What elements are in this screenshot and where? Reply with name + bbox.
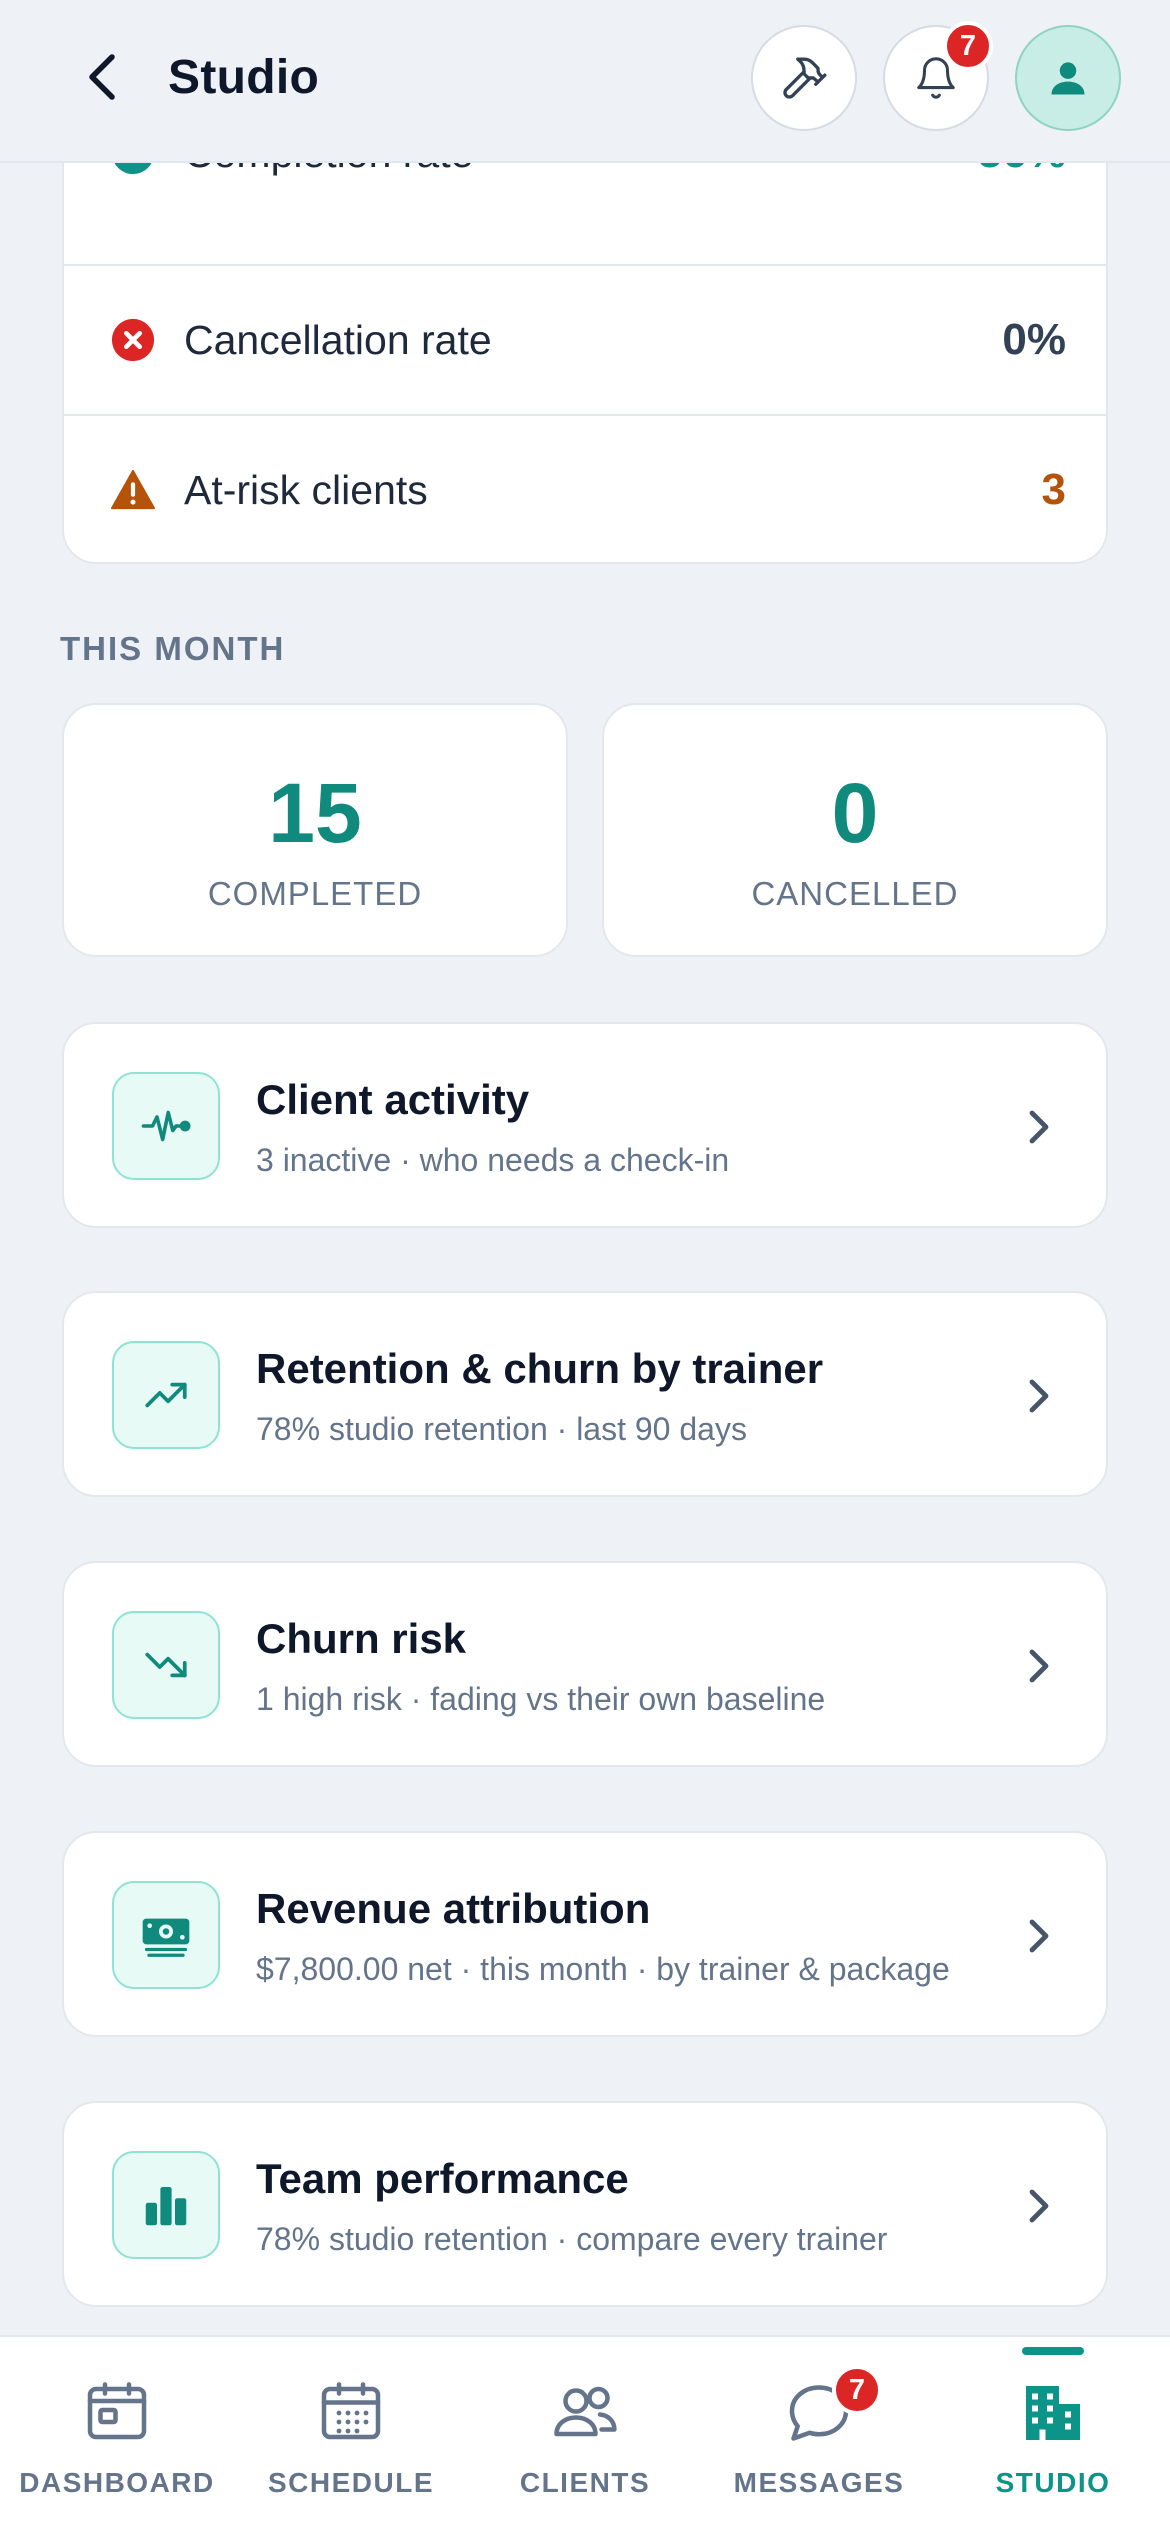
- completed-label: COMPLETED: [207, 875, 423, 912]
- users-icon: [554, 2386, 617, 2437]
- section-label-this-month: THIS MONTH: [60, 630, 286, 667]
- nav-card-subtitle: 78% studio retention · compare every tra…: [256, 2221, 888, 2257]
- nav-card-subtitle: 1 high risk · fading vs their own baseli…: [256, 1681, 826, 1717]
- user-icon: [1051, 62, 1085, 95]
- tab-schedule[interactable]: SCHEDULE: [234, 2337, 468, 2532]
- cancellation-rate-value: 0%: [1002, 315, 1066, 364]
- nav-card-title: Revenue attribution: [256, 1885, 651, 1932]
- activity-pulse-icon: [141, 1110, 191, 1142]
- cancellation-rate-row: Cancellation rate 0%: [64, 264, 1106, 414]
- tab-label: DASHBOARD: [19, 2467, 215, 2498]
- cancelled-label: CANCELLED: [751, 875, 959, 912]
- churn-risk-card[interactable]: Churn risk 1 high risk · fading vs their…: [62, 1561, 1108, 1767]
- app-header: Studio 7: [0, 0, 1170, 163]
- rates-card: Completion rate 56% Cancellation rate 0%…: [62, 120, 1108, 564]
- tab-label: MESSAGES: [733, 2467, 905, 2498]
- chevron-right-icon: [1029, 1110, 1049, 1144]
- revenue-attribution-card[interactable]: Revenue attribution $7,800.00 net · this…: [62, 1831, 1108, 2037]
- at-risk-clients-value: 3: [1041, 465, 1066, 514]
- bar-chart-icon: [145, 2187, 187, 2226]
- retention-churn-card[interactable]: Retention & churn by trainer 78% studio …: [62, 1291, 1108, 1497]
- warning-triangle-icon: [110, 469, 156, 510]
- calendar-icon: [321, 2382, 381, 2440]
- rate-label: At-risk clients: [184, 466, 428, 513]
- tools-button[interactable]: [751, 25, 857, 131]
- trending-down-icon: [145, 1652, 187, 1678]
- cancelled-count: 0: [831, 766, 879, 860]
- nav-card-icon-box: [112, 1341, 220, 1449]
- completed-stat-card: 15 COMPLETED: [62, 703, 568, 957]
- rate-label: Cancellation rate: [184, 316, 492, 363]
- at-risk-clients-row[interactable]: At-risk clients 3: [64, 414, 1106, 562]
- trending-up-icon: [145, 1382, 187, 1408]
- nav-card-subtitle: 3 inactive · who needs a check-in: [256, 1142, 730, 1178]
- bottom-tab-bar: DASHBOARD SCHEDULE CLIENTS 7 MESSAGES ST…: [0, 2335, 1170, 2532]
- nav-card-title: Churn risk: [256, 1615, 467, 1662]
- chevron-left-icon: [89, 54, 115, 100]
- profile-avatar-button[interactable]: [1015, 25, 1121, 131]
- client-activity-card[interactable]: Client activity 3 inactive · who needs a…: [62, 1022, 1108, 1228]
- tab-label: CLIENTS: [519, 2467, 651, 2498]
- notifications-badge: 7: [943, 21, 993, 71]
- nav-card-subtitle: 78% studio retention · last 90 days: [256, 1411, 747, 1447]
- x-circle-icon: [111, 318, 155, 362]
- nav-card-title: Team performance: [256, 2155, 629, 2202]
- nav-card-icon-box: [112, 1072, 220, 1180]
- nav-card-subtitle: $7,800.00 net · this month · by trainer …: [256, 1951, 950, 1987]
- team-performance-card[interactable]: Team performance 78% studio retention · …: [62, 2101, 1108, 2307]
- back-button[interactable]: [70, 45, 134, 109]
- tab-clients[interactable]: CLIENTS: [468, 2337, 702, 2532]
- hammer-icon: [783, 57, 827, 99]
- nav-card-icon-box: [112, 1881, 220, 1989]
- completed-count: 15: [268, 766, 362, 860]
- nav-card-icon-box: [112, 2151, 220, 2259]
- chevron-right-icon: [1029, 1649, 1049, 1683]
- building-icon: [1026, 2386, 1080, 2440]
- cash-icon: [142, 1918, 190, 1957]
- nav-card-title: Retention & churn by trainer: [256, 1345, 824, 1392]
- dashboard-icon: [87, 2382, 147, 2440]
- chevron-right-icon: [1029, 1919, 1049, 1953]
- chevron-right-icon: [1029, 2189, 1049, 2223]
- notifications-button[interactable]: 7: [883, 21, 993, 131]
- nav-card-icon-box: [112, 1611, 220, 1719]
- tab-studio[interactable]: STUDIO: [936, 2337, 1170, 2532]
- page-title: Studio: [168, 51, 320, 104]
- tab-dashboard[interactable]: DASHBOARD: [0, 2337, 234, 2532]
- cancelled-stat-card: 0 CANCELLED: [602, 703, 1108, 957]
- nav-card-title: Client activity: [256, 1076, 530, 1123]
- tab-messages[interactable]: 7 MESSAGES: [702, 2337, 936, 2532]
- messages-badge: 7: [832, 2365, 882, 2415]
- active-tab-indicator: [1022, 2347, 1084, 2355]
- chevron-right-icon: [1029, 1379, 1049, 1413]
- tab-label: SCHEDULE: [267, 2467, 434, 2498]
- tab-label: STUDIO: [995, 2467, 1111, 2498]
